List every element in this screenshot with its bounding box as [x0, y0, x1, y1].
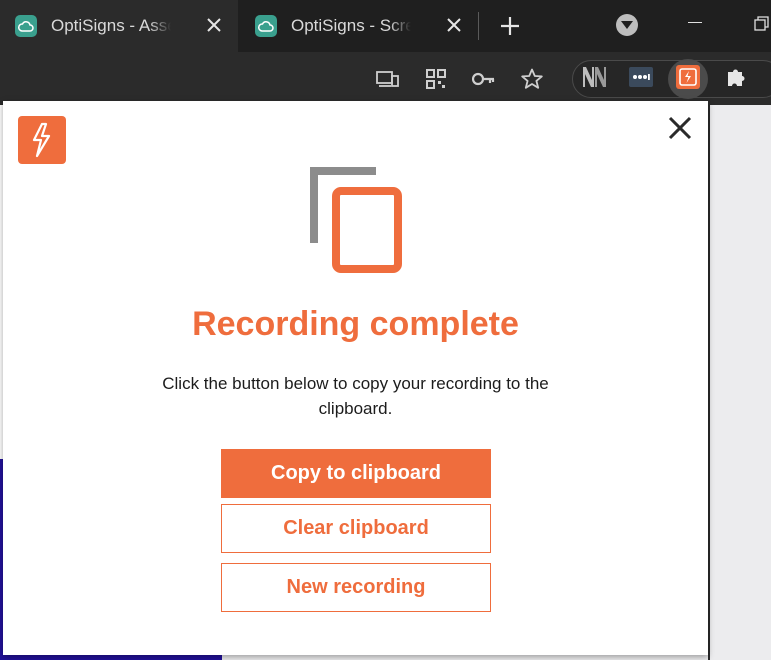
cloud-favicon-icon	[15, 15, 37, 37]
popup-description: Click the button below to copy your reco…	[3, 371, 708, 421]
new-recording-button[interactable]: New recording	[221, 563, 491, 612]
tab-optisigns-screens[interactable]: OptiSigns - Screens	[240, 0, 478, 52]
new-tab-plus-icon[interactable]	[497, 13, 523, 39]
browser-toolbar	[0, 52, 771, 105]
cloud-favicon-icon	[255, 15, 277, 37]
page-divider	[708, 105, 710, 660]
restore-window-icon[interactable]	[754, 14, 771, 34]
clear-clipboard-button[interactable]: Clear clipboard	[221, 504, 491, 553]
bookmark-star-icon[interactable]	[519, 66, 545, 92]
close-tab-icon[interactable]	[204, 15, 224, 35]
popup-headline: Recording complete	[192, 305, 519, 343]
tab-title: OptiSigns - Screens	[291, 16, 411, 35]
page-footer-strip	[0, 655, 222, 660]
description-text: Click the button below to copy your reco…	[162, 374, 549, 418]
copy-document-icon	[310, 167, 402, 273]
tab-separator	[478, 12, 479, 40]
password-key-icon[interactable]	[471, 66, 497, 92]
qr-code-icon[interactable]	[423, 66, 449, 92]
password-dots-extension-icon[interactable]	[627, 63, 655, 91]
cast-icon[interactable]	[375, 66, 401, 92]
nn-extension-icon[interactable]	[580, 63, 608, 91]
tab-title: OptiSigns - Assets	[51, 16, 171, 35]
tab-search-chevron-icon[interactable]	[616, 14, 638, 36]
copy-to-clipboard-button[interactable]: Copy to clipboard	[221, 449, 491, 498]
minimize-window-icon[interactable]	[688, 22, 702, 23]
close-tab-icon[interactable]	[444, 15, 464, 35]
puzzle-extensions-icon[interactable]	[722, 63, 750, 91]
lightning-logo-icon	[18, 116, 66, 164]
tab-strip: OptiSigns - Assets OptiSigns - Screens	[0, 0, 771, 52]
recorder-extension-icon[interactable]	[674, 63, 702, 91]
recording-complete-popup: Recording complete Click the button belo…	[3, 101, 708, 655]
tab-optisigns-assets[interactable]: OptiSigns - Assets	[0, 0, 238, 52]
close-popup-icon[interactable]	[667, 115, 693, 141]
